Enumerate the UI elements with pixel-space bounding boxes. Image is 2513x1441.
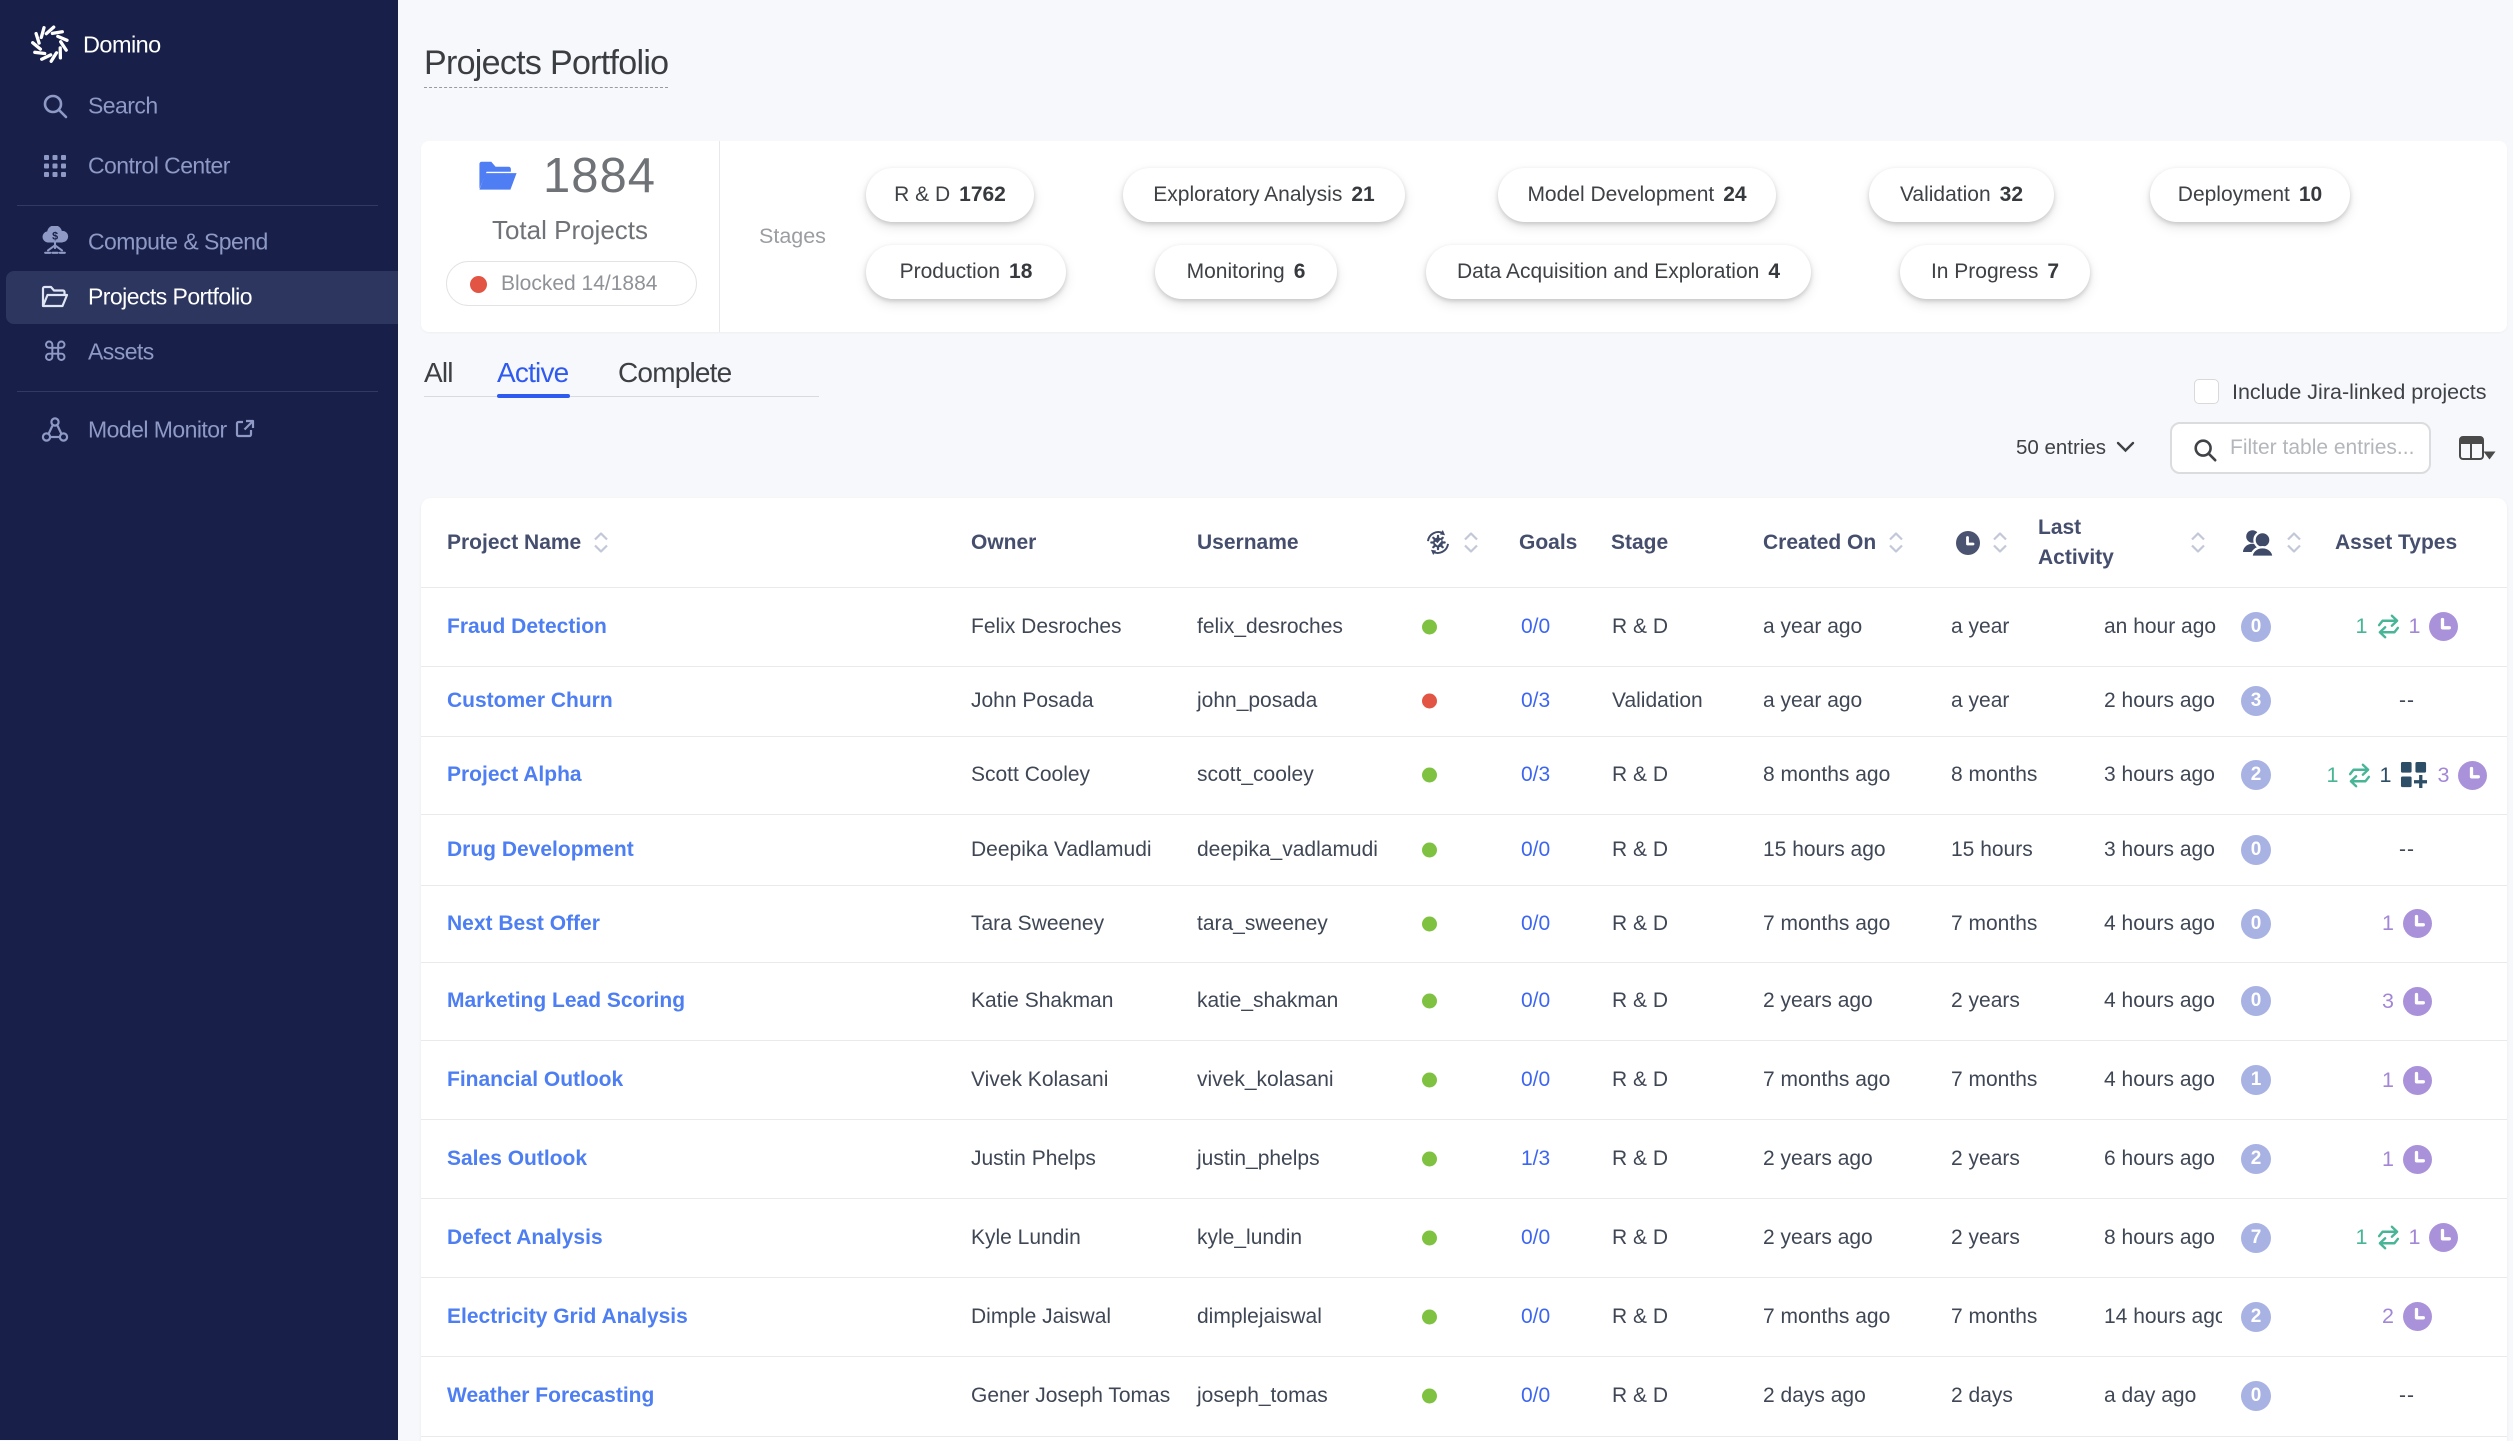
svg-text:$: $: [52, 231, 58, 243]
